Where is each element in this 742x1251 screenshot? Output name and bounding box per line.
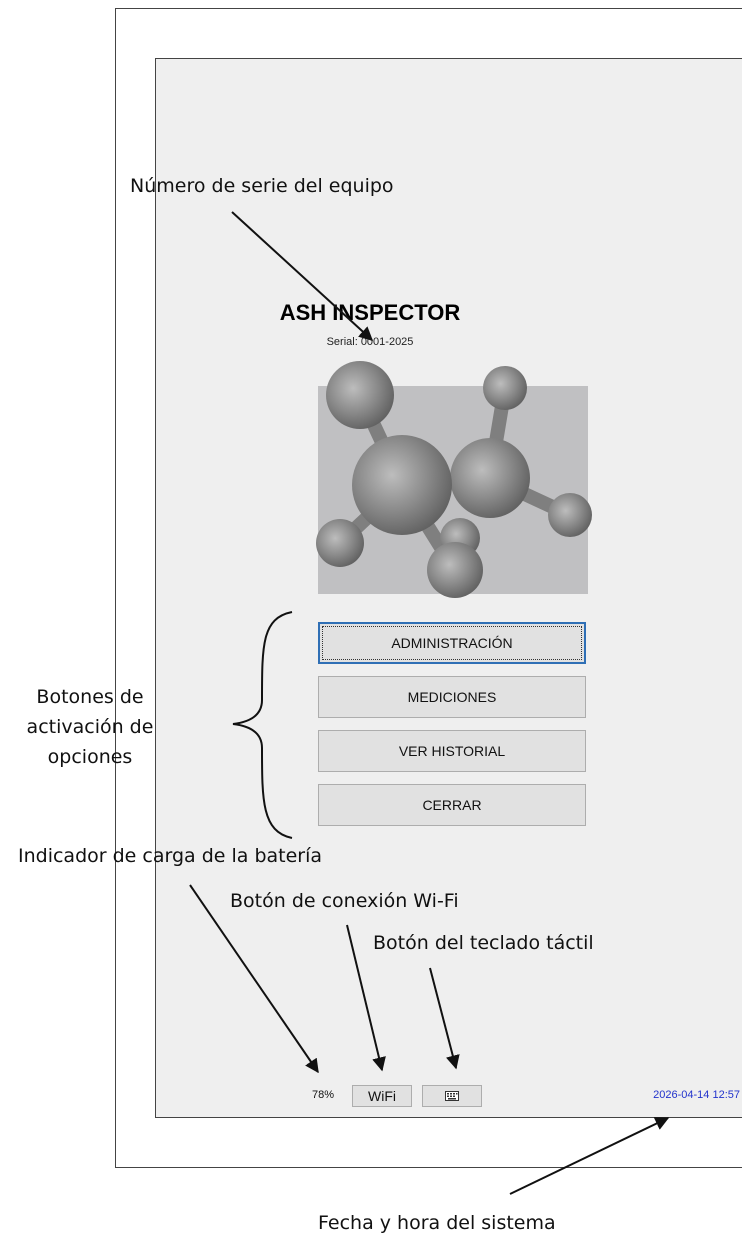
annotation-option-buttons: Botones de activación de opciones — [5, 682, 175, 772]
annotation-battery-indicator: Indicador de carga de la batería — [18, 845, 323, 867]
annotation-option-buttons-line3: opciones — [47, 746, 133, 768]
annotation-serial-number: Número de serie del equipo — [130, 175, 394, 197]
annotation-keyboard-button: Botón del teclado táctil — [373, 932, 594, 954]
annotation-wifi-button: Botón de conexión Wi-Fi — [230, 890, 459, 912]
annotation-option-buttons-line1: Botones de — [36, 686, 144, 708]
annotation-datetime: Fecha y hora del sistema — [318, 1212, 556, 1234]
annotation-option-buttons-line2: activación de — [26, 716, 154, 738]
